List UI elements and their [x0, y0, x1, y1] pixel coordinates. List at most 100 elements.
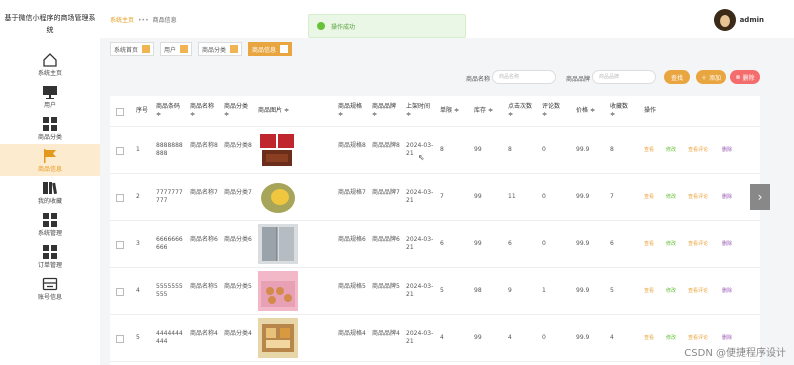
row-checkbox[interactable] — [116, 194, 124, 202]
table-row: 3 6666666666 商品名称6 商品分类6 商品规格6 商品品牌6 2024-03-2… — [110, 221, 760, 268]
header-stock[interactable]: 库存 ≑ — [474, 107, 493, 115]
sort-icon[interactable]: ≑ — [224, 111, 229, 118]
delete-link[interactable]: 删除 — [722, 334, 732, 341]
select-all-checkbox[interactable] — [116, 108, 124, 116]
user-menu[interactable]: admin — [713, 9, 764, 31]
header-clicks[interactable]: 点击次数 ≑ — [508, 103, 532, 119]
sort-icon[interactable]: ≑ — [508, 111, 513, 118]
sort-icon[interactable]: ≑ — [372, 111, 377, 118]
close-icon[interactable] — [180, 45, 189, 53]
header-code[interactable]: 商品条码 ≑ — [156, 103, 180, 119]
delete-button[interactable]: ⊗ 删除 — [730, 70, 760, 84]
cell-date: 2024-03-21 — [406, 330, 434, 345]
product-image[interactable] — [258, 271, 298, 311]
view-link[interactable]: 查看 — [644, 240, 654, 247]
cursor-icon: ⇖ — [418, 153, 425, 162]
table-header: 序号 商品条码 ≑ 商品名称 ≑ 商品分类 ≑ 商品图片 ≑ 商品规格 ≑ 商品品牌 ≑ … — [110, 96, 760, 127]
row-checkbox[interactable] — [116, 335, 124, 343]
cell-index: 4 — [136, 287, 140, 294]
brand-input[interactable]: 商品品牌 — [592, 70, 656, 84]
tab-category[interactable]: 商品分类 — [198, 42, 243, 56]
edit-link[interactable]: 修改 — [666, 146, 676, 153]
header-spec[interactable]: 商品规格 ≑ — [338, 103, 362, 119]
delete-link[interactable]: 删除 — [722, 287, 732, 294]
edit-link[interactable]: 修改 — [666, 193, 676, 200]
header-price[interactable]: 价格 ≑ — [576, 107, 595, 115]
sidebar-item-account[interactable]: 账号信息 — [0, 272, 100, 304]
view-reviews-link[interactable]: 查看评论 — [688, 240, 708, 247]
delete-link[interactable]: 删除 — [722, 240, 732, 247]
view-reviews-link[interactable]: 查看评论 — [688, 193, 708, 200]
sort-icon[interactable]: ≑ — [590, 107, 595, 114]
sort-icon[interactable]: ≑ — [542, 111, 547, 118]
header-reviews[interactable]: 评论数 ≑ — [542, 103, 560, 119]
search-button[interactable]: 查找 — [664, 70, 690, 84]
header-favs[interactable]: 收藏数 ≑ — [610, 103, 628, 119]
product-image[interactable] — [258, 224, 298, 264]
next-page-button[interactable]: › — [750, 184, 770, 210]
sort-icon[interactable]: ≑ — [610, 111, 615, 118]
row-checkbox[interactable] — [116, 288, 124, 296]
sort-icon[interactable]: ≑ — [406, 111, 411, 118]
sidebar-item-favorites[interactable]: 我的收藏 — [0, 176, 100, 208]
cell-name: 商品名称8 — [190, 142, 218, 149]
sort-icon[interactable]: ≑ — [488, 107, 493, 114]
add-button[interactable]: ＋添加 — [696, 70, 726, 84]
view-link[interactable]: 查看 — [644, 287, 654, 294]
delete-link[interactable]: 删除 — [722, 193, 732, 200]
header-name[interactable]: 商品名称 ≑ — [190, 103, 214, 119]
breadcrumb-home[interactable]: 系统主页 — [110, 17, 134, 24]
cell-reviews: 0 — [542, 193, 546, 200]
edit-link[interactable]: 修改 — [666, 240, 676, 247]
product-image[interactable] — [258, 130, 298, 170]
cell-index: 2 — [136, 193, 140, 200]
view-reviews-link[interactable]: 查看评论 — [688, 146, 708, 153]
cell-stock: 99 — [474, 334, 482, 341]
tab-label: 用户 — [164, 46, 177, 54]
delete-link[interactable]: 删除 — [722, 146, 732, 153]
header-image[interactable]: 商品图片 ≑ — [258, 107, 289, 115]
row-checkbox[interactable] — [116, 147, 124, 155]
header-unit[interactable]: 单限 ≑ — [440, 107, 459, 115]
header-brand[interactable]: 商品品牌 ≑ — [372, 103, 396, 119]
sort-icon[interactable]: ≑ — [338, 111, 343, 118]
edit-link[interactable]: 修改 — [666, 334, 676, 341]
product-image[interactable] — [258, 318, 298, 358]
sidebar-item-orders[interactable]: 订单管理 — [0, 240, 100, 272]
cell-category: 商品分类5 — [224, 283, 252, 290]
tab-products[interactable]: 商品信息 — [248, 42, 293, 56]
view-reviews-link[interactable]: 查看评论 — [688, 334, 708, 341]
sort-icon[interactable]: ≑ — [284, 107, 289, 114]
name-input[interactable]: 商品名称 — [492, 70, 556, 84]
sidebar-item-home[interactable]: 系统主页 — [0, 48, 100, 80]
sidebar-item-products[interactable]: 商品信息 — [0, 144, 100, 176]
header-category[interactable]: 商品分类 ≑ — [224, 103, 248, 119]
sort-icon[interactable]: ≑ — [454, 107, 459, 114]
sidebar-item-system[interactable]: 系统管理 — [0, 208, 100, 240]
cell-code: 4444444444 — [156, 330, 183, 345]
close-icon[interactable] — [142, 45, 151, 53]
view-link[interactable]: 查看 — [644, 193, 654, 200]
cell-price: 99.9 — [576, 146, 590, 153]
sidebar-item-label: 我的收藏 — [37, 197, 62, 205]
cell-brand: 商品品牌6 — [372, 236, 400, 243]
view-link[interactable]: 查看 — [644, 146, 654, 153]
close-icon[interactable] — [280, 45, 289, 53]
view-link[interactable]: 查看 — [644, 334, 654, 341]
tab-home[interactable]: 系统首页 — [110, 42, 155, 56]
monitor-icon — [42, 84, 58, 100]
view-reviews-link[interactable]: 查看评论 — [688, 287, 708, 294]
sidebar-item-category[interactable]: 商品分类 — [0, 112, 100, 144]
tab-users[interactable]: 用户 — [160, 42, 193, 56]
header-date[interactable]: 上架时间 ≑ — [406, 103, 430, 119]
cell-brand: 商品品牌8 — [372, 142, 400, 149]
sort-icon[interactable]: ≑ — [190, 111, 195, 118]
sidebar-item-users[interactable]: 用户 — [0, 80, 100, 112]
cell-favs: 4 — [610, 334, 614, 341]
sort-icon[interactable]: ≑ — [156, 111, 161, 118]
row-checkbox[interactable] — [116, 241, 124, 249]
edit-link[interactable]: 修改 — [666, 287, 676, 294]
product-image[interactable] — [258, 177, 298, 217]
close-icon[interactable] — [230, 45, 239, 53]
avatar[interactable] — [713, 9, 736, 31]
